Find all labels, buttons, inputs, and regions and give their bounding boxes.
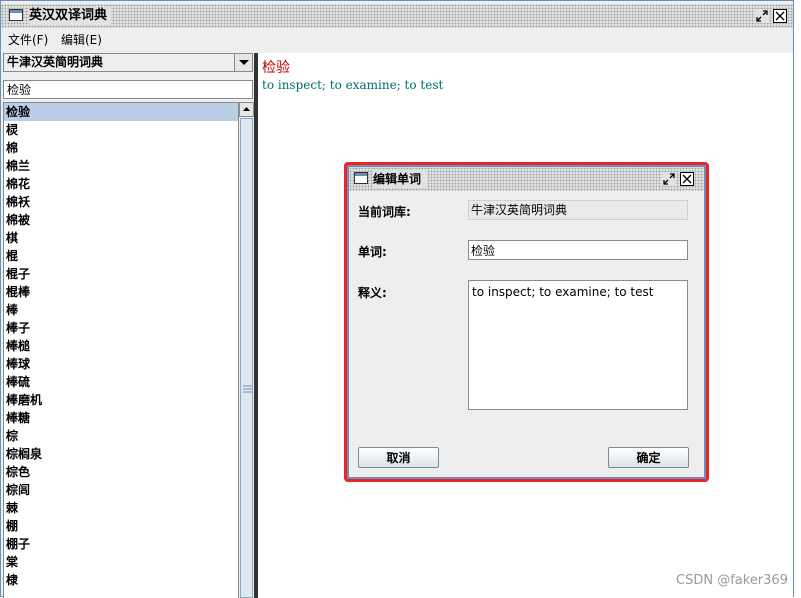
list-item[interactable]: 棕色 [4,463,238,481]
word-field[interactable] [468,240,688,260]
list-item[interactable]: 棒子 [4,319,238,337]
dialog-title-bar[interactable]: 编辑单词 [349,167,704,191]
list-item[interactable]: 棘 [4,499,238,517]
list-item[interactable]: 棉花 [4,175,238,193]
list-item[interactable]: 棋 [4,229,238,247]
list-item[interactable]: 棂 [4,121,238,139]
menu-bar: 文件(F) 编辑(E) [1,29,793,51]
list-item[interactable]: 棕闾 [4,481,238,499]
list-item[interactable]: 棒球 [4,355,238,373]
word-list-scrollbar[interactable] [238,102,254,598]
list-item[interactable]: 棒糖 [4,409,238,427]
dictionary-select-value: 牛津汉英简明词典 [7,55,104,69]
list-item[interactable]: 棕榈泉 [4,445,238,463]
word-label: 单词: [358,245,387,259]
menu-file[interactable]: 文件(F) [8,32,48,48]
list-item[interactable]: 棉兰 [4,157,238,175]
list-item[interactable]: 棣 [4,571,238,589]
list-item[interactable]: 棚子 [4,535,238,553]
dialog-restore-icon[interactable] [662,172,676,186]
restore-icon[interactable] [755,9,769,23]
scroll-thumb[interactable] [240,118,253,598]
dialog-title: 编辑单词 [373,170,428,188]
list-item[interactable]: 棍子 [4,265,238,283]
desktop-edge [794,0,801,597]
current-dict-label: 当前词库: [358,205,411,219]
watermark: CSDN @faker369 [676,573,788,588]
ok-button[interactable]: 确定 [608,447,689,468]
edit-word-dialog: 编辑单词 当前词库: 牛津汉英简明词典 单词: 释义: to inspect; … [347,165,706,479]
menu-edit[interactable]: 编辑(E) [61,32,102,48]
definition-textarea[interactable]: to inspect; to examine; to test [468,280,688,410]
title-bar[interactable]: 英汉双译词典 [1,4,793,28]
close-icon[interactable] [773,9,787,23]
list-item[interactable]: 棒槌 [4,337,238,355]
list-item[interactable]: 棍棒 [4,283,238,301]
definition-label: 释义: [358,286,387,300]
list-item[interactable]: 棒硫 [4,373,238,391]
list-item[interactable]: 棍 [4,247,238,265]
chevron-down-icon[interactable] [234,54,252,71]
app-window-icon [9,9,23,21]
headword: 检验 [262,60,290,76]
list-item[interactable]: 棉 [4,139,238,157]
word-list[interactable]: 检验棂棉棉兰 棉花 棉袄 棉被棋棍棍子 棍棒棒棒子 棒槌 棒球 棒硫 棒磨机 棒糖棕棕榈泉 棕色 棕闾… [3,102,238,598]
list-item[interactable]: 棉袄 [4,193,238,211]
list-item[interactable]: 检验 [4,103,238,121]
dictionary-select[interactable]: 牛津汉英简明词典 [3,53,253,72]
list-item[interactable]: 棚 [4,517,238,535]
list-item[interactable]: 棉被 [4,211,238,229]
list-item[interactable]: 棠 [4,553,238,571]
scroll-up-icon[interactable] [239,102,254,117]
definition-text: to inspect; to examine; to test [262,78,444,92]
cancel-button[interactable]: 取消 [358,447,439,468]
list-item[interactable]: 棒磨机 [4,391,238,409]
search-input[interactable] [3,80,253,99]
list-item[interactable]: 棒 [4,301,238,319]
current-dict-field: 牛津汉英简明词典 [468,200,688,220]
list-item[interactable]: 棕 [4,427,238,445]
dialog-window-icon [354,172,368,184]
window-title: 英汉双译词典 [29,7,112,25]
dialog-close-icon[interactable] [680,172,694,186]
